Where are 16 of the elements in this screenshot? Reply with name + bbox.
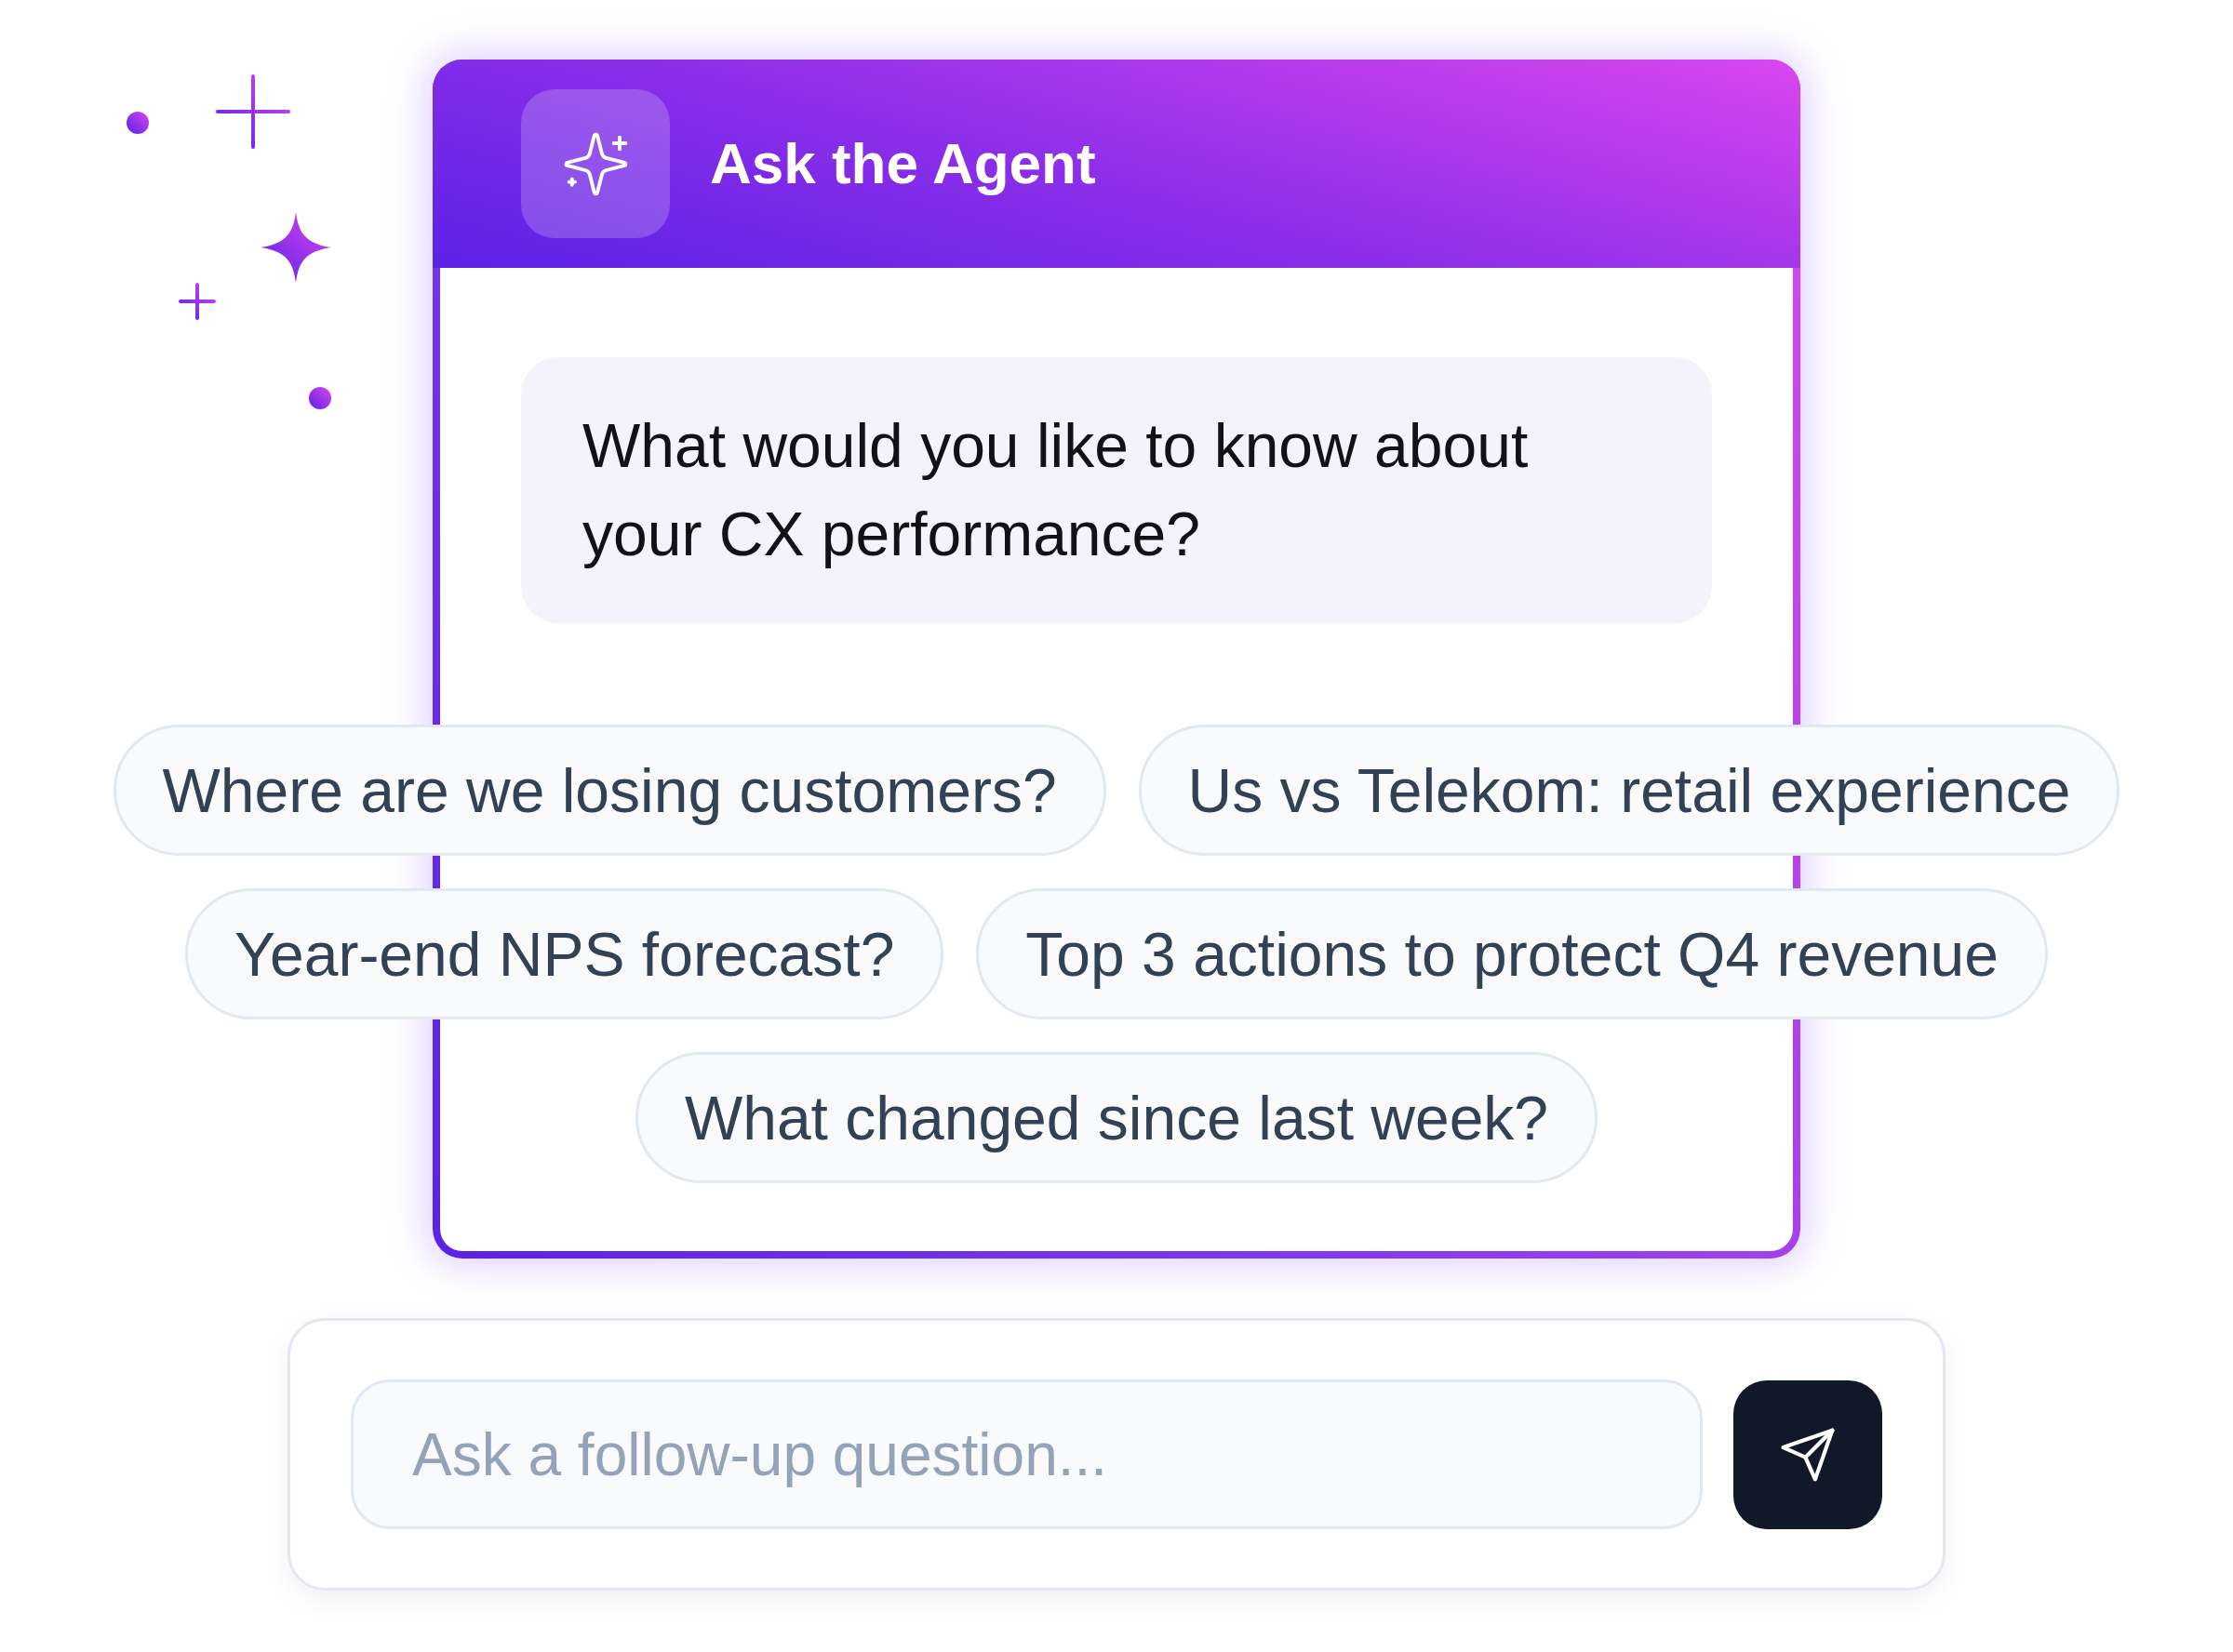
sparkles-icon: [521, 89, 670, 238]
plus-icon: [179, 283, 216, 320]
send-button[interactable]: [1733, 1379, 1882, 1529]
suggestion-chip[interactable]: Year-end NPS forecast?: [185, 888, 944, 1019]
sparkle-icon: [261, 212, 331, 283]
suggestion-chip[interactable]: What changed since last week?: [635, 1052, 1598, 1183]
question-input[interactable]: Ask a follow-up question...: [351, 1379, 1703, 1529]
message-text: What would you like to know about your CX performance?: [582, 410, 1530, 570]
dot-icon: [127, 112, 149, 134]
dot-icon: [309, 387, 331, 409]
plus-icon: [216, 74, 290, 149]
paper-plane-icon: [1781, 1427, 1835, 1482]
suggestion-chip[interactable]: Top 3 actions to protect Q4 revenue: [976, 888, 2048, 1019]
chat-title: Ask the Agent: [710, 129, 1096, 197]
suggestion-chip[interactable]: Us vs Telekom: retail experience: [1138, 725, 2120, 856]
suggestion-chip[interactable]: Where are we losing customers?: [113, 725, 1106, 856]
